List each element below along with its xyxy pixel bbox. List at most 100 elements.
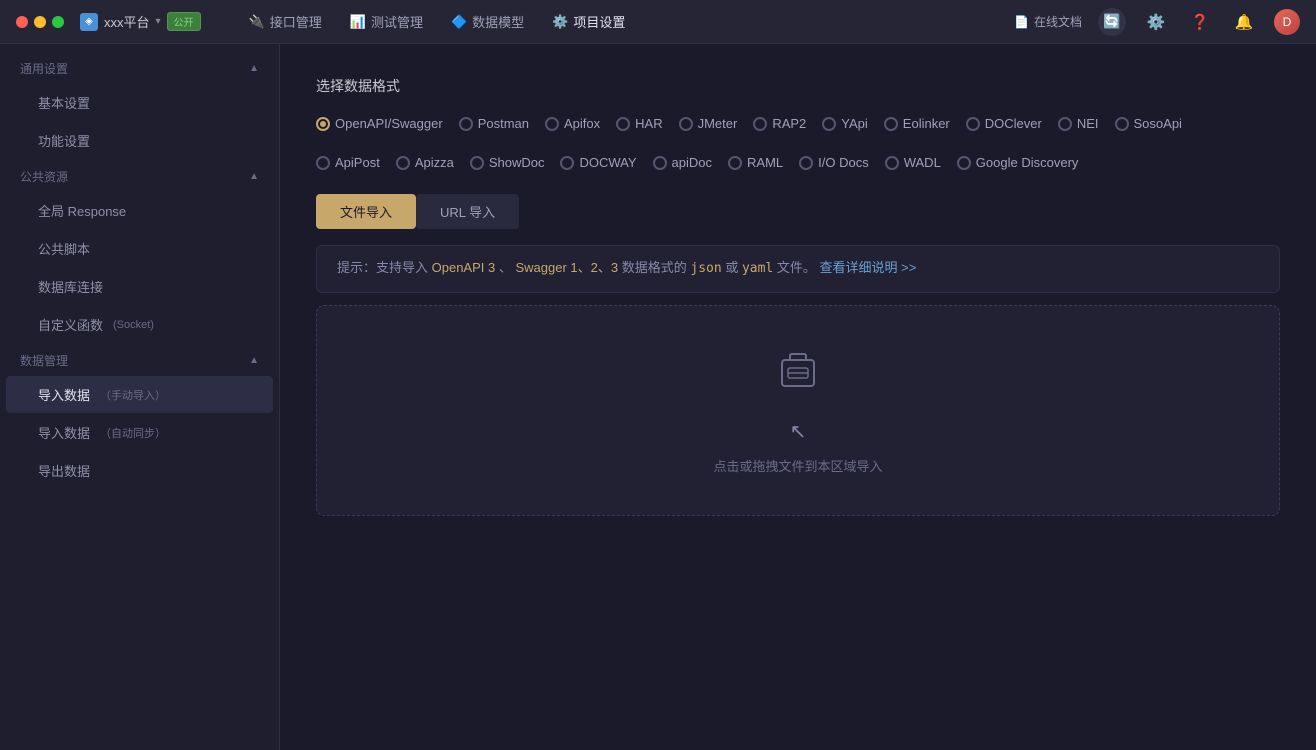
format-jmeter[interactable]: JMeter (679, 116, 738, 131)
format-apifox-radio[interactable] (545, 117, 559, 131)
sidebar-item-custom-function[interactable]: 自定义函数 (Socket) (6, 306, 273, 343)
format-eolinker-radio[interactable] (884, 117, 898, 131)
settings-button[interactable]: ⚙️ (1142, 8, 1170, 36)
format-apizza[interactable]: Apizza (396, 155, 454, 170)
format-apipost-label: ApiPost (335, 155, 380, 170)
minimize-button[interactable] (34, 16, 46, 28)
format-apizza-radio[interactable] (396, 156, 410, 170)
format-openapi-swagger-radio[interactable] (316, 117, 330, 131)
app-logo[interactable]: ◈ xxx平台 ▾ 公开 (80, 12, 201, 31)
format-rap2-label: RAP2 (772, 116, 806, 131)
format-apifox[interactable]: Apifox (545, 116, 600, 131)
sidebar-item-global-response-label: 全局 Response (38, 201, 126, 220)
format-yapi-radio[interactable] (822, 117, 836, 131)
format-wadl-radio[interactable] (885, 156, 899, 170)
format-har-radio[interactable] (616, 117, 630, 131)
format-jmeter-radio[interactable] (679, 117, 693, 131)
sidebar-item-feature-settings[interactable]: 功能设置 (6, 122, 273, 159)
chevron-down-icon: ▾ (156, 16, 161, 27)
sidebar-item-public-script[interactable]: 公共脚本 (6, 230, 273, 267)
sidebar-item-import-manual[interactable]: 导入数据 （手动导入） (6, 376, 273, 413)
hint-link[interactable]: 查看详细说明 >> (820, 260, 917, 275)
format-wadl[interactable]: WADL (885, 155, 941, 170)
sidebar-item-export[interactable]: 导出数据 (6, 452, 273, 489)
nav-item-test[interactable]: 📊 测试管理 (350, 8, 423, 35)
format-eolinker[interactable]: Eolinker (884, 116, 950, 131)
app-logo-icon: ◈ (80, 13, 98, 31)
hint-or: 或 (725, 260, 742, 275)
hint-yaml: yaml (742, 261, 773, 276)
close-button[interactable] (16, 16, 28, 28)
format-google-discovery-label: Google Discovery (976, 155, 1079, 170)
format-rap2-radio[interactable] (753, 117, 767, 131)
format-showdoc-label: ShowDoc (489, 155, 545, 170)
format-apidoc[interactable]: apiDoc (653, 155, 712, 170)
format-eolinker-label: Eolinker (903, 116, 950, 131)
sidebar-section-data: 数据管理 ▲ (0, 344, 279, 375)
sidebar-item-db-connection-label: 数据库连接 (38, 277, 103, 296)
avatar[interactable]: D (1274, 9, 1300, 35)
test-icon: 📊 (350, 14, 366, 30)
format-iodocs[interactable]: I/O Docs (799, 155, 869, 170)
format-docway-label: DOCWAY (579, 155, 636, 170)
format-nei-label: NEI (1077, 116, 1099, 131)
upload-icon (774, 346, 822, 403)
chevron-public-icon[interactable]: ▲ (249, 171, 259, 182)
format-apipost[interactable]: ApiPost (316, 155, 380, 170)
help-button[interactable]: ❓ (1186, 8, 1214, 36)
nav-item-settings[interactable]: ⚙️ 项目设置 (552, 8, 625, 35)
format-showdoc[interactable]: ShowDoc (470, 155, 545, 170)
format-sosoapi-radio[interactable] (1115, 117, 1129, 131)
sidebar-item-db-connection[interactable]: 数据库连接 (6, 268, 273, 305)
tab-url-import[interactable]: URL 导入 (416, 194, 519, 229)
sidebar-item-import-auto[interactable]: 导入数据 （自动同步） (6, 414, 273, 451)
format-raml[interactable]: RAML (728, 155, 783, 170)
format-iodocs-radio[interactable] (799, 156, 813, 170)
format-openapi-swagger-label: OpenAPI/Swagger (335, 116, 443, 131)
format-har[interactable]: HAR (616, 116, 662, 131)
sidebar-item-global-response[interactable]: 全局 Response (6, 192, 273, 229)
nav-item-interface[interactable]: 🔌 接口管理 (249, 8, 322, 35)
chevron-general-icon[interactable]: ▲ (249, 63, 259, 74)
sidebar-item-import-auto-label: 导入数据 (38, 423, 90, 442)
format-apidoc-radio[interactable] (653, 156, 667, 170)
file-drop-zone[interactable]: ↖ 点击或拖拽文件到本区域导入 (316, 305, 1280, 516)
format-postman[interactable]: Postman (459, 116, 529, 131)
notification-button[interactable]: 🔔 (1230, 8, 1258, 36)
sidebar-item-import-manual-label: 导入数据 (38, 385, 90, 404)
format-google-discovery[interactable]: Google Discovery (957, 155, 1079, 170)
format-doclever-radio[interactable] (966, 117, 980, 131)
nav-item-datamodel[interactable]: 🔷 数据模型 (451, 8, 524, 35)
sidebar-section-public-label: 公共资源 (20, 168, 68, 185)
format-nei-radio[interactable] (1058, 117, 1072, 131)
traffic-lights (16, 16, 64, 28)
format-raml-radio[interactable] (728, 156, 742, 170)
nav-label-interface: 接口管理 (270, 12, 322, 31)
format-docway[interactable]: DOCWAY (560, 155, 636, 170)
tab-file-import[interactable]: 文件导入 (316, 194, 416, 229)
format-docway-radio[interactable] (560, 156, 574, 170)
format-showdoc-radio[interactable] (470, 156, 484, 170)
chevron-data-icon[interactable]: ▲ (249, 355, 259, 366)
format-raml-label: RAML (747, 155, 783, 170)
format-doclever[interactable]: DOClever (966, 116, 1042, 131)
format-yapi-label: YApi (841, 116, 868, 131)
format-apipost-radio[interactable] (316, 156, 330, 170)
sidebar-item-basic-settings[interactable]: 基本设置 (6, 84, 273, 121)
main-layout: 通用设置 ▲ 基本设置 功能设置 公共资源 ▲ 全局 Response 公共脚本… (0, 44, 1316, 750)
nav-label-settings: 项目设置 (573, 12, 625, 31)
hint-suffix: 文件。 (777, 260, 816, 275)
sync-button[interactable]: 🔄 (1098, 8, 1126, 36)
format-openapi-swagger[interactable]: OpenAPI/Swagger (316, 116, 443, 131)
maximize-button[interactable] (52, 16, 64, 28)
doc-link[interactable]: 📄 在线文档 (1014, 13, 1082, 30)
format-wadl-label: WADL (904, 155, 941, 170)
format-google-discovery-radio[interactable] (957, 156, 971, 170)
titlebar: ◈ xxx平台 ▾ 公开 🔌 接口管理 📊 测试管理 🔷 数据模型 ⚙️ 项目设… (0, 0, 1316, 44)
format-postman-radio[interactable] (459, 117, 473, 131)
content-area: 选择数据格式 OpenAPI/Swagger Postman Apifox HA… (280, 44, 1316, 750)
format-sosoapi[interactable]: SosoApi (1115, 116, 1182, 131)
format-yapi[interactable]: YApi (822, 116, 868, 131)
format-nei[interactable]: NEI (1058, 116, 1099, 131)
format-rap2[interactable]: RAP2 (753, 116, 806, 131)
